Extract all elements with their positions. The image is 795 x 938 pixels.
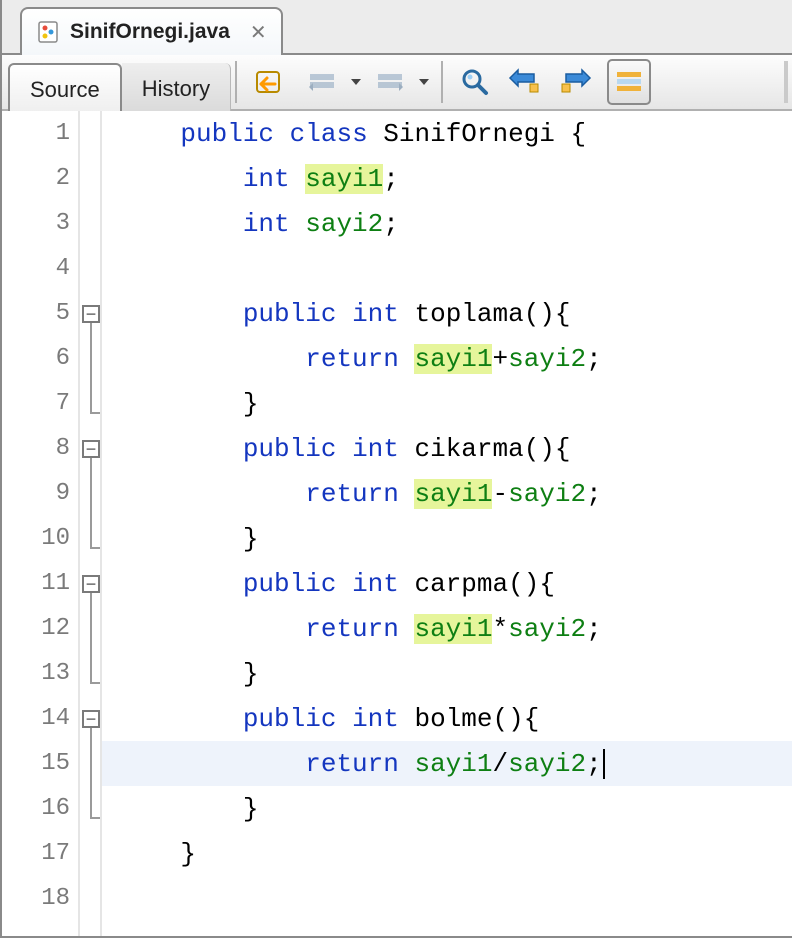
last-edit-button[interactable] bbox=[247, 62, 289, 102]
code-line[interactable]: public int carpma(){ bbox=[102, 561, 792, 606]
fold-bracket bbox=[90, 458, 92, 539]
code-line[interactable]: } bbox=[102, 651, 792, 696]
caret bbox=[603, 749, 605, 779]
file-tab-name: SinifOrnegi.java bbox=[70, 20, 230, 44]
toolbar-separator bbox=[784, 61, 788, 103]
next-occurrence-button[interactable] bbox=[553, 62, 597, 102]
code-line[interactable]: } bbox=[102, 381, 792, 426]
code-line[interactable]: return sayi1+sayi2; bbox=[102, 336, 792, 381]
tab-source[interactable]: Source bbox=[8, 63, 122, 115]
code-line[interactable]: return sayi1-sayi2; bbox=[102, 471, 792, 516]
code-line[interactable]: } bbox=[102, 516, 792, 561]
line-number: 12 bbox=[41, 606, 70, 651]
fold-bracket bbox=[90, 728, 92, 809]
line-number: 5 bbox=[56, 291, 70, 336]
nav-back-button[interactable] bbox=[301, 62, 343, 102]
code-line[interactable]: public int toplama(){ bbox=[102, 291, 792, 336]
fold-toggle-icon[interactable]: − bbox=[82, 440, 100, 458]
line-number-gutter: 123456789101112131415161718 bbox=[2, 111, 80, 936]
line-number: 15 bbox=[41, 741, 70, 786]
line-number: 14 bbox=[41, 696, 70, 741]
editor-window: SinifOrnegi.java ✕ Source History bbox=[0, 0, 792, 938]
fold-bracket bbox=[90, 593, 92, 674]
toolbar-separator bbox=[235, 61, 237, 103]
java-file-icon bbox=[36, 20, 60, 44]
line-number: 1 bbox=[56, 111, 70, 156]
fold-toggle-icon[interactable]: − bbox=[82, 710, 100, 728]
line-number: 13 bbox=[41, 651, 70, 696]
fold-bracket-end bbox=[90, 539, 100, 549]
line-number: 2 bbox=[56, 156, 70, 201]
line-number: 17 bbox=[41, 831, 70, 876]
nav-forward-button[interactable] bbox=[369, 62, 411, 102]
tab-source-label: Source bbox=[30, 77, 100, 103]
file-tab-bar: SinifOrnegi.java ✕ bbox=[2, 0, 792, 55]
code-area[interactable]: public class SinifOrnegi { int sayi1; in… bbox=[102, 111, 792, 936]
code-line[interactable]: public int bolme(){ bbox=[102, 696, 792, 741]
code-line[interactable]: int sayi1; bbox=[102, 156, 792, 201]
toggle-highlight-button[interactable] bbox=[607, 59, 651, 105]
toolbar-group-1 bbox=[241, 55, 295, 109]
fold-toggle-icon[interactable]: − bbox=[82, 305, 100, 323]
line-number: 18 bbox=[41, 876, 70, 921]
toolbar-group-2 bbox=[295, 55, 437, 109]
toolbar-group-3 bbox=[447, 55, 657, 109]
line-number: 11 bbox=[41, 561, 70, 606]
file-tab[interactable]: SinifOrnegi.java ✕ bbox=[20, 7, 283, 55]
code-line[interactable]: return sayi1*sayi2; bbox=[102, 606, 792, 651]
code-line[interactable] bbox=[102, 876, 792, 921]
tab-history-label: History bbox=[142, 76, 210, 102]
fold-bracket-end bbox=[90, 674, 100, 684]
close-tab-icon[interactable]: ✕ bbox=[250, 20, 267, 45]
find-button[interactable] bbox=[453, 62, 497, 102]
line-number: 7 bbox=[56, 381, 70, 426]
fold-toggle-icon[interactable]: − bbox=[82, 575, 100, 593]
line-number: 4 bbox=[56, 246, 70, 291]
fold-bracket-end bbox=[90, 404, 100, 414]
nav-forward-dropdown[interactable] bbox=[417, 62, 431, 102]
code-line[interactable]: int sayi2; bbox=[102, 201, 792, 246]
code-line[interactable]: return sayi1/sayi2; bbox=[102, 741, 792, 786]
fold-bracket bbox=[90, 323, 92, 404]
fold-gutter: − − − − bbox=[80, 111, 102, 936]
line-number: 6 bbox=[56, 336, 70, 381]
toolbar-separator bbox=[441, 61, 443, 103]
prev-occurrence-button[interactable] bbox=[503, 62, 547, 102]
fold-bracket-end bbox=[90, 809, 100, 819]
code-line[interactable]: public class SinifOrnegi { bbox=[102, 111, 792, 156]
line-number: 16 bbox=[41, 786, 70, 831]
code-line[interactable]: } bbox=[102, 831, 792, 876]
line-number: 10 bbox=[41, 516, 70, 561]
code-editor[interactable]: 123456789101112131415161718 −−−− public … bbox=[2, 111, 792, 936]
tab-history[interactable]: History bbox=[122, 63, 231, 115]
line-number: 8 bbox=[56, 426, 70, 471]
line-number: 9 bbox=[56, 471, 70, 516]
code-line[interactable]: public int cikarma(){ bbox=[102, 426, 792, 471]
nav-back-dropdown[interactable] bbox=[349, 62, 363, 102]
code-line[interactable] bbox=[102, 246, 792, 291]
code-line[interactable]: } bbox=[102, 786, 792, 831]
line-number: 3 bbox=[56, 201, 70, 246]
editor-toolbar: Source History bbox=[2, 55, 792, 111]
